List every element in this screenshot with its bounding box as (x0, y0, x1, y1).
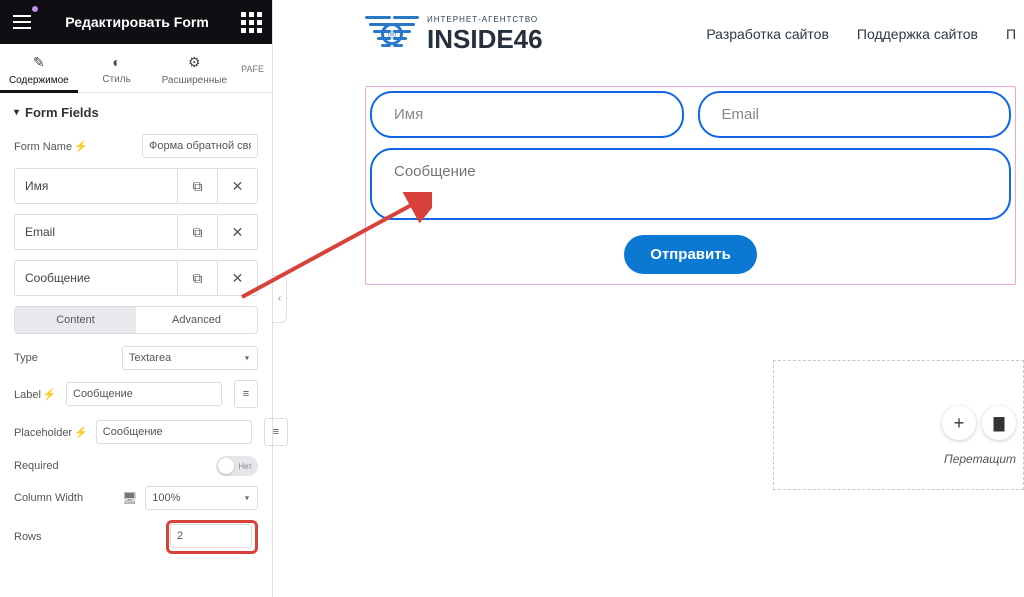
tab-advanced-label: Расширенные (162, 75, 227, 86)
subtab-advanced[interactable]: Advanced (136, 307, 257, 333)
duplicate-icon[interactable]: ⧉ (177, 169, 217, 203)
panel-title: Редактировать Form (44, 14, 230, 30)
form-name-input[interactable] (142, 134, 258, 158)
duplicate-icon[interactable]: ⧉ (177, 215, 217, 249)
tab-style[interactable]: ◐ Стиль (78, 44, 156, 92)
logo-text: ИНТЕРНЕТ-АГЕНТСТВО INSIDE46 (427, 16, 543, 52)
duplicate-icon[interactable]: ⧉ (177, 261, 217, 295)
collapse-handle[interactable]: ‹ (273, 275, 287, 323)
logo-title: INSIDE46 (427, 26, 543, 52)
form-name-label: Form Name⚡ (14, 140, 88, 153)
rows-input[interactable] (170, 524, 252, 548)
field-item[interactable]: Email ⧉ ✕ (14, 214, 258, 250)
logo-subtitle: ИНТЕРНЕТ-АГЕНТСТВО (427, 16, 543, 24)
apps-icon[interactable] (238, 9, 264, 35)
site-logo[interactable]: ◎ ИНТЕРНЕТ-АГЕНТСТВО INSIDE46 (365, 16, 543, 52)
form-fields-section: Form Fields Form Name⚡ Имя ⧉ ✕ Email ⧉ ✕… (0, 93, 272, 576)
section-heading-text: Form Fields (25, 105, 99, 120)
editor-panel: Редактировать Form ✎ Содержимое ◐ Стиль … (0, 0, 273, 597)
close-icon[interactable]: ✕ (217, 261, 257, 295)
prop-required: Required Нет (14, 456, 258, 476)
email-field[interactable] (698, 91, 1012, 138)
field-item[interactable]: Имя ⧉ ✕ (14, 168, 258, 204)
field-subtabs: Content Advanced (14, 306, 258, 334)
prop-placeholder: Placeholder⚡ ≡ (14, 418, 258, 446)
submit-button[interactable]: Отправить (624, 235, 757, 274)
tab-advanced[interactable]: ⚙ Расширенные (155, 44, 233, 92)
label-label: Label⚡ (14, 388, 58, 401)
pencil-icon: ✎ (0, 54, 78, 71)
prop-field-label: Label⚡ ≡ (14, 380, 258, 408)
prop-type: Type Textarea (14, 346, 258, 370)
required-label: Required (14, 460, 114, 472)
form-name-row: Form Name⚡ (14, 134, 258, 158)
gear-icon: ⚙ (155, 54, 233, 71)
section-heading[interactable]: Form Fields (14, 105, 258, 120)
panel-header: Редактировать Form (0, 0, 272, 44)
message-field[interactable] (370, 148, 1011, 220)
name-field[interactable] (370, 91, 684, 138)
dynamic-tags-icon[interactable]: ≡ (234, 380, 258, 408)
form-widget[interactable]: Отправить (365, 86, 1016, 285)
label-input[interactable] (66, 382, 222, 406)
field-item-label: Email (15, 215, 177, 249)
close-icon[interactable]: ✕ (217, 169, 257, 203)
type-label: Type (14, 352, 114, 364)
nav-item[interactable]: Разработка сайтов (706, 26, 829, 42)
nav-item[interactable]: П (1006, 26, 1016, 42)
rows-label: Rows (14, 531, 114, 543)
contrast-icon: ◐ (78, 54, 156, 70)
plus-icon[interactable]: + (942, 406, 976, 440)
dynamic-icon[interactable]: ⚡ (43, 389, 57, 401)
main-tabs: ✎ Содержимое ◐ Стиль ⚙ Расширенные PAFE (0, 44, 272, 93)
dynamic-icon[interactable]: ⚡ (74, 427, 88, 439)
type-select[interactable]: Textarea (122, 346, 258, 370)
menu-icon[interactable] (8, 8, 36, 36)
folder-icon[interactable]: ▇ (982, 406, 1016, 440)
rows-highlight (166, 520, 258, 554)
nav-item[interactable]: Поддержка сайтов (857, 26, 978, 42)
close-icon[interactable]: ✕ (217, 215, 257, 249)
required-toggle[interactable]: Нет (216, 456, 258, 476)
prop-rows: Rows (14, 520, 258, 554)
prop-colwidth: Column Width 🖥 100% (14, 486, 258, 510)
add-buttons: + ▇ (942, 406, 1016, 440)
desktop-icon[interactable]: 🖥 (122, 491, 137, 505)
field-item[interactable]: Сообщение ⧉ ✕ (14, 260, 258, 296)
form-row (370, 91, 1011, 138)
subtab-content[interactable]: Content (15, 307, 136, 333)
placeholder-input[interactable] (96, 420, 252, 444)
dynamic-icon[interactable]: ⚡ (74, 141, 88, 153)
tab-style-label: Стиль (102, 74, 130, 85)
tab-content[interactable]: ✎ Содержимое (0, 44, 78, 92)
site-header: ◎ ИНТЕРНЕТ-АГЕНТСТВО INSIDE46 Разработка… (365, 16, 1016, 52)
drag-hint: Перетащит (944, 452, 1016, 466)
field-item-label: Сообщение (15, 261, 177, 295)
tab-pafe-label: PAFE (241, 64, 264, 74)
tab-content-label: Содержимое (9, 75, 69, 86)
placeholder-label: Placeholder⚡ (14, 426, 88, 439)
nav-menu: Разработка сайтов Поддержка сайтов П (706, 26, 1016, 42)
colwidth-select[interactable]: 100% (145, 486, 258, 510)
fields-list: Имя ⧉ ✕ Email ⧉ ✕ Сообщение ⧉ ✕ (14, 168, 258, 296)
tab-pafe[interactable]: PAFE (233, 44, 272, 92)
target-icon: ◎ (381, 23, 403, 45)
preview-area: ◎ ИНТЕРНЕТ-АГЕНТСТВО INSIDE46 Разработка… (273, 0, 1024, 597)
logo-mark: ◎ (365, 16, 419, 52)
field-item-label: Имя (15, 169, 177, 203)
colwidth-label: Column Width (14, 492, 114, 504)
